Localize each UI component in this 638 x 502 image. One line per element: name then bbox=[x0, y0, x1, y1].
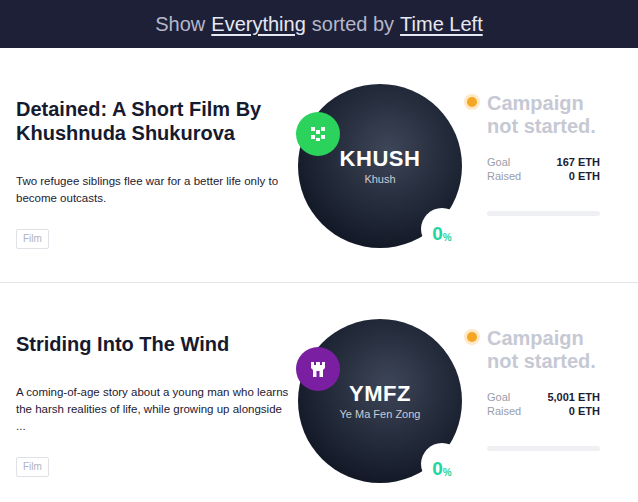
campaign-image[interactable]: YMFZYe Ma Fen Zong 0% bbox=[298, 319, 462, 483]
goal-row: Goal167 ETH bbox=[487, 155, 600, 169]
campaign-info: Striding Into The WindA coming-of-age st… bbox=[16, 319, 286, 477]
campaign-card[interactable]: Striding Into The Wind A coming-of-age st… bbox=[0, 283, 638, 502]
goal-row: Goal5,001 ETH bbox=[487, 390, 600, 404]
category-tag[interactable]: Film bbox=[16, 457, 49, 477]
campaign-image[interactable]: KHUSHKhush 0% bbox=[298, 84, 462, 248]
tower-icon bbox=[309, 360, 327, 378]
creator-code: YMFZ bbox=[349, 381, 411, 407]
status-text: Campaign not started. bbox=[487, 92, 605, 138]
campaign-status: Campaign not started. Goal5,001 ETHRaised… bbox=[467, 319, 605, 451]
creator-code: KHUSH bbox=[340, 146, 421, 172]
raised-row: Raised0 ETH bbox=[487, 169, 600, 183]
campaign-card[interactable]: Detained: A Short Film By Khushnuda Shuk… bbox=[0, 48, 638, 283]
status-dot bbox=[467, 97, 477, 107]
creator-name: Ye Ma Fen Zong bbox=[340, 407, 421, 421]
campaign-description: A coming-of-age story about a young man … bbox=[16, 384, 292, 435]
status-dot bbox=[467, 332, 477, 342]
progress-bar bbox=[487, 211, 600, 216]
percent-bubble: 0% bbox=[421, 443, 463, 485]
filter-header: ShowEverythingsorted byTime Left bbox=[0, 0, 638, 48]
campaign-description: Two refugee siblings flee war for a bett… bbox=[16, 173, 292, 207]
creator-name: Khush bbox=[364, 172, 395, 186]
campaign-title[interactable]: Detained: A Short Film By Khushnuda Shuk… bbox=[16, 97, 286, 145]
page: ShowEverythingsorted byTime Left Detained… bbox=[0, 0, 638, 502]
category-tag[interactable]: Film bbox=[16, 229, 49, 249]
pixel-logo-icon bbox=[309, 125, 327, 143]
campaign-list: Detained: A Short Film By Khushnuda Shuk… bbox=[0, 48, 638, 502]
campaign-info: Detained: A Short Film By Khushnuda Shuk… bbox=[16, 84, 286, 249]
percent-bubble: 0% bbox=[421, 208, 463, 250]
campaign-status: Campaign not started. Goal167 ETHRaised0 … bbox=[467, 84, 605, 216]
campaign-title[interactable]: Striding Into The Wind bbox=[16, 332, 286, 356]
raised-row: Raised0 ETH bbox=[487, 404, 600, 418]
status-text: Campaign not started. bbox=[487, 327, 605, 373]
filter-select[interactable]: Everything bbox=[211, 9, 306, 39]
progress-bar bbox=[487, 446, 600, 451]
creator-badge[interactable] bbox=[296, 347, 340, 391]
sort-select[interactable]: Time Left bbox=[400, 9, 483, 39]
creator-badge[interactable] bbox=[296, 112, 340, 156]
